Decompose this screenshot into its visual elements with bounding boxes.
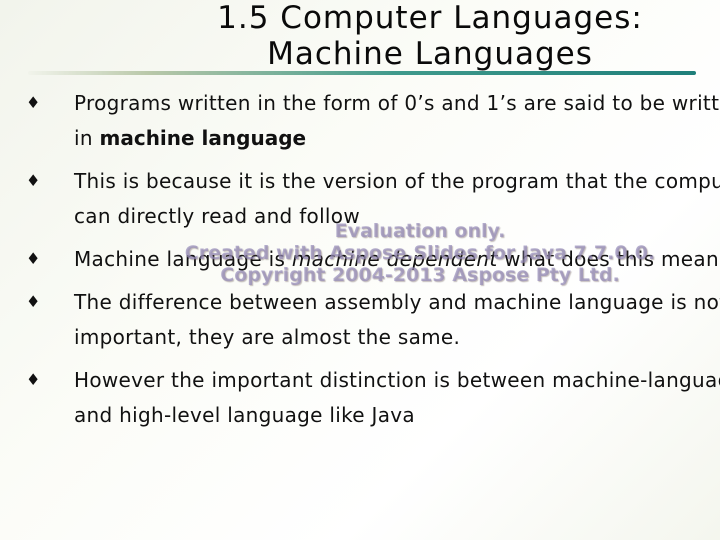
diamond-bullet-icon: ♦: [26, 292, 41, 311]
title-divider: [28, 71, 696, 75]
bullet-text: in: [74, 126, 100, 150]
bullet-text-bold: machine language: [99, 126, 307, 150]
diamond-bullet-icon: ♦: [26, 370, 41, 389]
watermark-line-1: Evaluation only.: [334, 220, 506, 242]
bullet-line: However the important distinction is bet…: [74, 363, 720, 398]
slide-title: 1.5 Computer Languages: Machine Language…: [170, 0, 690, 72]
watermark-line-2: Created with Aspose.Slides for Java 7.7.…: [184, 242, 656, 264]
bullet-line: This is because it is the version of the…: [74, 164, 720, 199]
slide-title-line-2: Machine Languages: [267, 36, 593, 72]
slide: 1.5 Computer Languages: Machine Language…: [0, 0, 720, 540]
watermark-line-3: Copyright 2004-2013 Aspose Pty Ltd.: [220, 264, 620, 286]
bullet-text: important, they are almost the same.: [74, 325, 461, 349]
bullet-line: The difference between assembly and mach…: [74, 285, 720, 320]
bullet-line: important, they are almost the same.: [74, 320, 720, 355]
diamond-bullet-icon: ♦: [26, 171, 41, 190]
bullet-text: and high-level language like Java: [74, 403, 415, 427]
diamond-bullet-icon: ♦: [26, 93, 41, 112]
bullet-line: in machine language: [74, 121, 720, 156]
bullet-line: and high-level language like Java: [74, 398, 720, 433]
evaluation-watermark: Evaluation only. Created with Aspose.Sli…: [0, 220, 720, 286]
bullet-item: ♦ Programs written in the form of 0’s an…: [0, 86, 720, 156]
bullet-text: Programs written in the form of 0’s and …: [74, 91, 720, 115]
slide-title-line-1: 1.5 Computer Languages:: [217, 0, 643, 36]
bullet-item: ♦ However the important distinction is b…: [0, 363, 720, 433]
bullet-item: ♦ The difference between assembly and ma…: [0, 285, 720, 355]
bullet-text: The difference between assembly and mach…: [74, 290, 720, 314]
bullet-text: This is because it is the version of the…: [74, 169, 720, 193]
bullet-text: However the important distinction is bet…: [74, 368, 720, 392]
bullet-line: Programs written in the form of 0’s and …: [74, 86, 720, 121]
